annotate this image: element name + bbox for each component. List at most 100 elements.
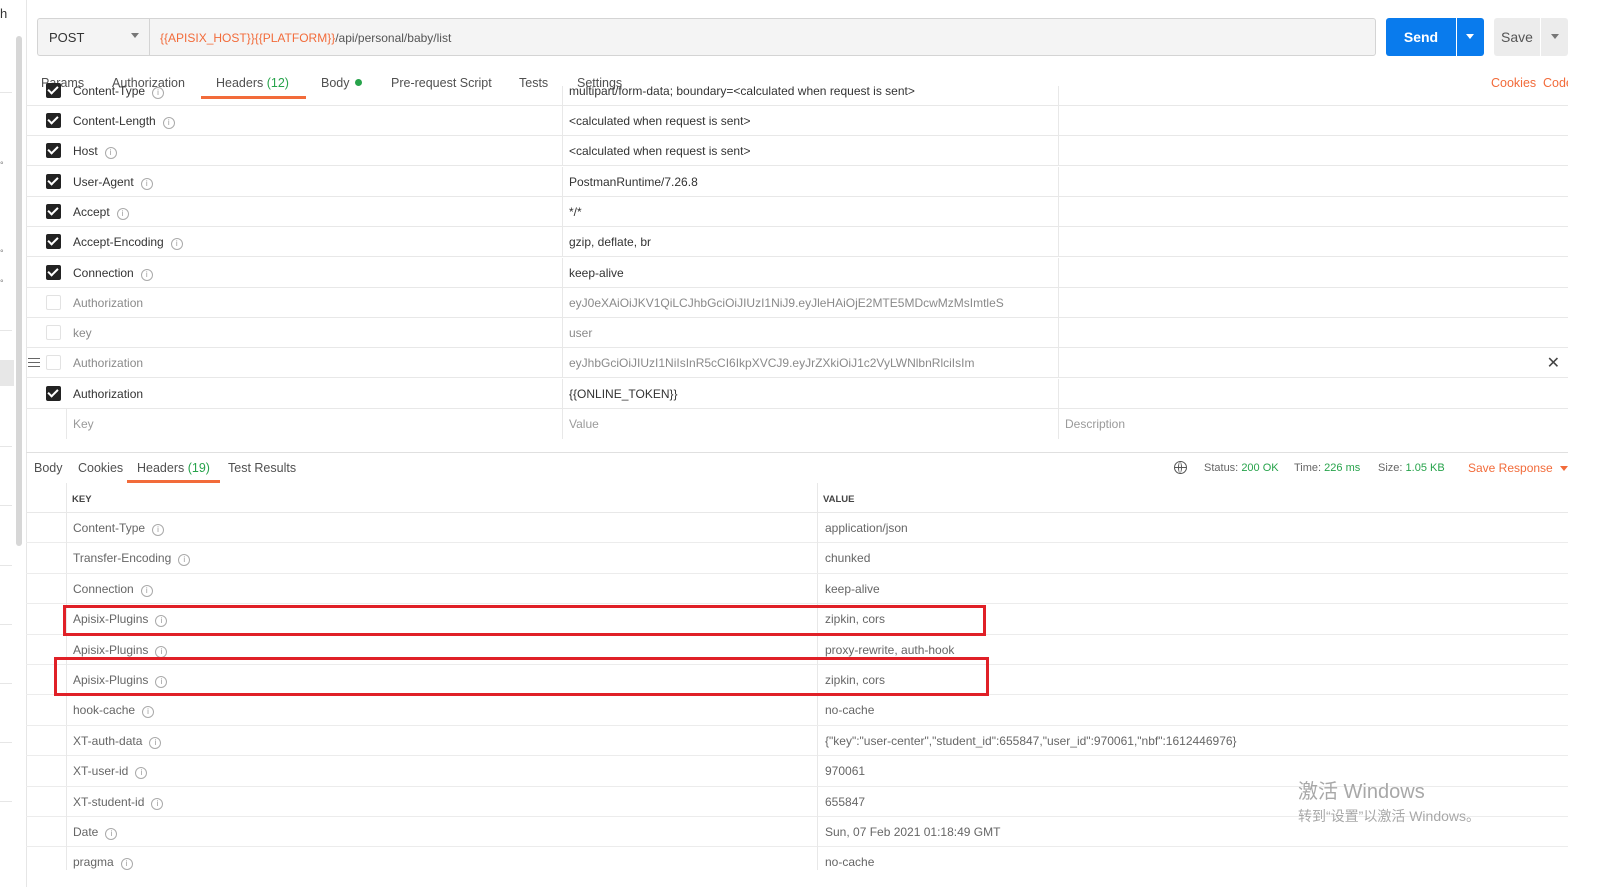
response-header-key: Date i (73, 825, 118, 840)
url-path: /api/personal/baby/list (335, 31, 452, 45)
sidebar-selected-item[interactable] (0, 360, 14, 386)
response-bar: Body Cookies Headers (19) Test Results S… (26, 452, 1568, 483)
sidebar-scrollbar[interactable] (16, 36, 22, 546)
size-readout: Size: 1.05 KB (1378, 462, 1445, 474)
sidebar-divider (0, 505, 12, 506)
info-icon: i (152, 87, 165, 99)
response-header-key: Connection i (73, 582, 153, 597)
drag-handle-icon[interactable] (28, 358, 40, 370)
method-select[interactable]: POST (37, 18, 149, 56)
response-header-key: Apisix-Plugins i (73, 643, 168, 658)
table-row: Connection i keep-alive (26, 257, 1568, 288)
highlight-box (63, 605, 986, 636)
header-value: PostmanRuntime/7.26.8 (569, 174, 698, 189)
response-tab-test-results[interactable]: Test Results (228, 461, 296, 475)
response-headers-count: (19) (187, 461, 210, 475)
response-tab-cookies[interactable]: Cookies (78, 461, 123, 475)
response-header-key: Transfer-Encoding i (73, 551, 191, 567)
url-input[interactable]: {{APISIX_HOST}}{{PLATFORM}}/api/personal… (149, 18, 1376, 56)
header-value: keep-alive (569, 265, 624, 280)
header-key: Authorization (73, 295, 144, 310)
response-header-value: 655847 (825, 794, 866, 809)
table-row: XT-auth-data i {"key":"user-center","stud… (26, 725, 1568, 757)
row-checkbox[interactable] (46, 83, 61, 98)
response-header-value: no-cache (825, 703, 875, 718)
response-tab-headers[interactable]: Headers (19) (137, 461, 210, 475)
info-icon: i (152, 524, 165, 536)
header-key: key (73, 326, 92, 341)
new-value-input[interactable]: Value (569, 417, 599, 431)
new-description-input[interactable]: Description (1065, 417, 1125, 431)
close-icon[interactable]: ✕ (1547, 353, 1560, 373)
table-row: pragma i no-cache (26, 847, 1568, 871)
response-tab-body[interactable]: Body (34, 461, 63, 475)
info-icon: i (140, 584, 153, 597)
chevron-down-icon (131, 33, 139, 38)
table-row: Content-Length i <calculated when request… (26, 106, 1568, 136)
row-checkbox[interactable] (46, 234, 61, 250)
response-header-value: no-cache (825, 855, 875, 870)
response-header-key: hook-cache i (73, 703, 155, 719)
response-header-key: XT-auth-data i (73, 734, 162, 749)
info-icon: i (105, 828, 118, 840)
save-button[interactable]: Save (1494, 18, 1540, 56)
row-checkbox[interactable] (46, 385, 61, 401)
table-row: User-Agent i PostmanRuntime/7.26.8 (26, 166, 1568, 197)
info-icon: i (120, 858, 133, 871)
table-row: Authorization eyJ0eXAiOiJKV1QiLCJhbGciOi… (26, 287, 1568, 318)
row-checkbox[interactable] (46, 143, 61, 159)
response-header-value: proxy-rewrite, auth-hook (825, 642, 955, 657)
time-readout: Time: 226 ms (1294, 462, 1361, 474)
sidebar-dot: ° (0, 278, 4, 288)
response-header-value: {"key":"user-center","student_id":655847… (825, 733, 1237, 748)
send-button[interactable]: Send (1386, 18, 1456, 56)
response-header-value: 970061 (825, 764, 866, 779)
table-row: Content-Type i application/json (26, 513, 1568, 544)
info-icon: i (135, 767, 148, 780)
header-key: Content-Length i (73, 114, 175, 129)
response-header-value: chunked (825, 551, 871, 566)
row-checkbox[interactable] (46, 264, 61, 280)
row-checkbox[interactable] (46, 355, 61, 371)
new-header-row: Key Value Description (26, 409, 1568, 439)
sidebar-divider (0, 446, 12, 447)
sidebar-divider (0, 330, 12, 331)
table-row: Content-Type i multipart/form-data; bound… (26, 83, 1568, 106)
row-checkbox[interactable] (46, 203, 61, 219)
globe-icon[interactable] (1174, 461, 1187, 474)
response-header-value: Sun, 07 Feb 2021 01:18:49 GMT (825, 825, 1001, 839)
row-checkbox[interactable] (46, 173, 61, 189)
header-value: multipart/form-data; boundary=<calculate… (569, 84, 915, 98)
column-header-value: VALUE (823, 494, 855, 505)
info-icon: i (140, 177, 153, 190)
url-text: {{APISIX_HOST}}{{PLATFORM}}/api/personal… (160, 31, 451, 45)
header-key: Content-Type i (73, 84, 165, 99)
watermark-title: 激活 Windows (1298, 781, 1425, 803)
highlight-box (54, 657, 989, 696)
status-readout: Status: 200 OK (1204, 462, 1279, 474)
sidebar-divider (0, 624, 12, 625)
chevron-down-icon[interactable] (1560, 466, 1568, 471)
header-key: Accept i (73, 205, 129, 220)
info-icon: i (170, 238, 183, 251)
response-header-value: keep-alive (825, 581, 880, 596)
row-checkbox[interactable] (46, 113, 61, 128)
new-key-input[interactable]: Key (73, 417, 94, 431)
table-row: Authorization {{ONLINE_TOKEN}} (26, 378, 1568, 409)
table-row: hook-cache i no-cache (26, 695, 1568, 726)
sidebar-divider (0, 683, 12, 684)
send-options-button[interactable] (1457, 18, 1484, 56)
table-row: Transfer-Encoding i chunked (26, 543, 1568, 574)
header-value: user (569, 326, 593, 341)
row-checkbox[interactable] (46, 325, 61, 341)
save-response-button[interactable]: Save Response (1468, 461, 1553, 475)
table-row: Accept i */* (26, 196, 1568, 227)
sidebar-divider (0, 565, 12, 566)
header-value: {{ONLINE_TOKEN}} (569, 386, 678, 401)
header-key: Connection i (73, 266, 153, 281)
row-checkbox[interactable] (46, 294, 61, 310)
response-header-key: pragma i (73, 855, 133, 871)
status-value: 200 OK (1241, 462, 1279, 474)
save-options-button[interactable] (1541, 18, 1568, 56)
header-key: Host i (73, 144, 117, 160)
